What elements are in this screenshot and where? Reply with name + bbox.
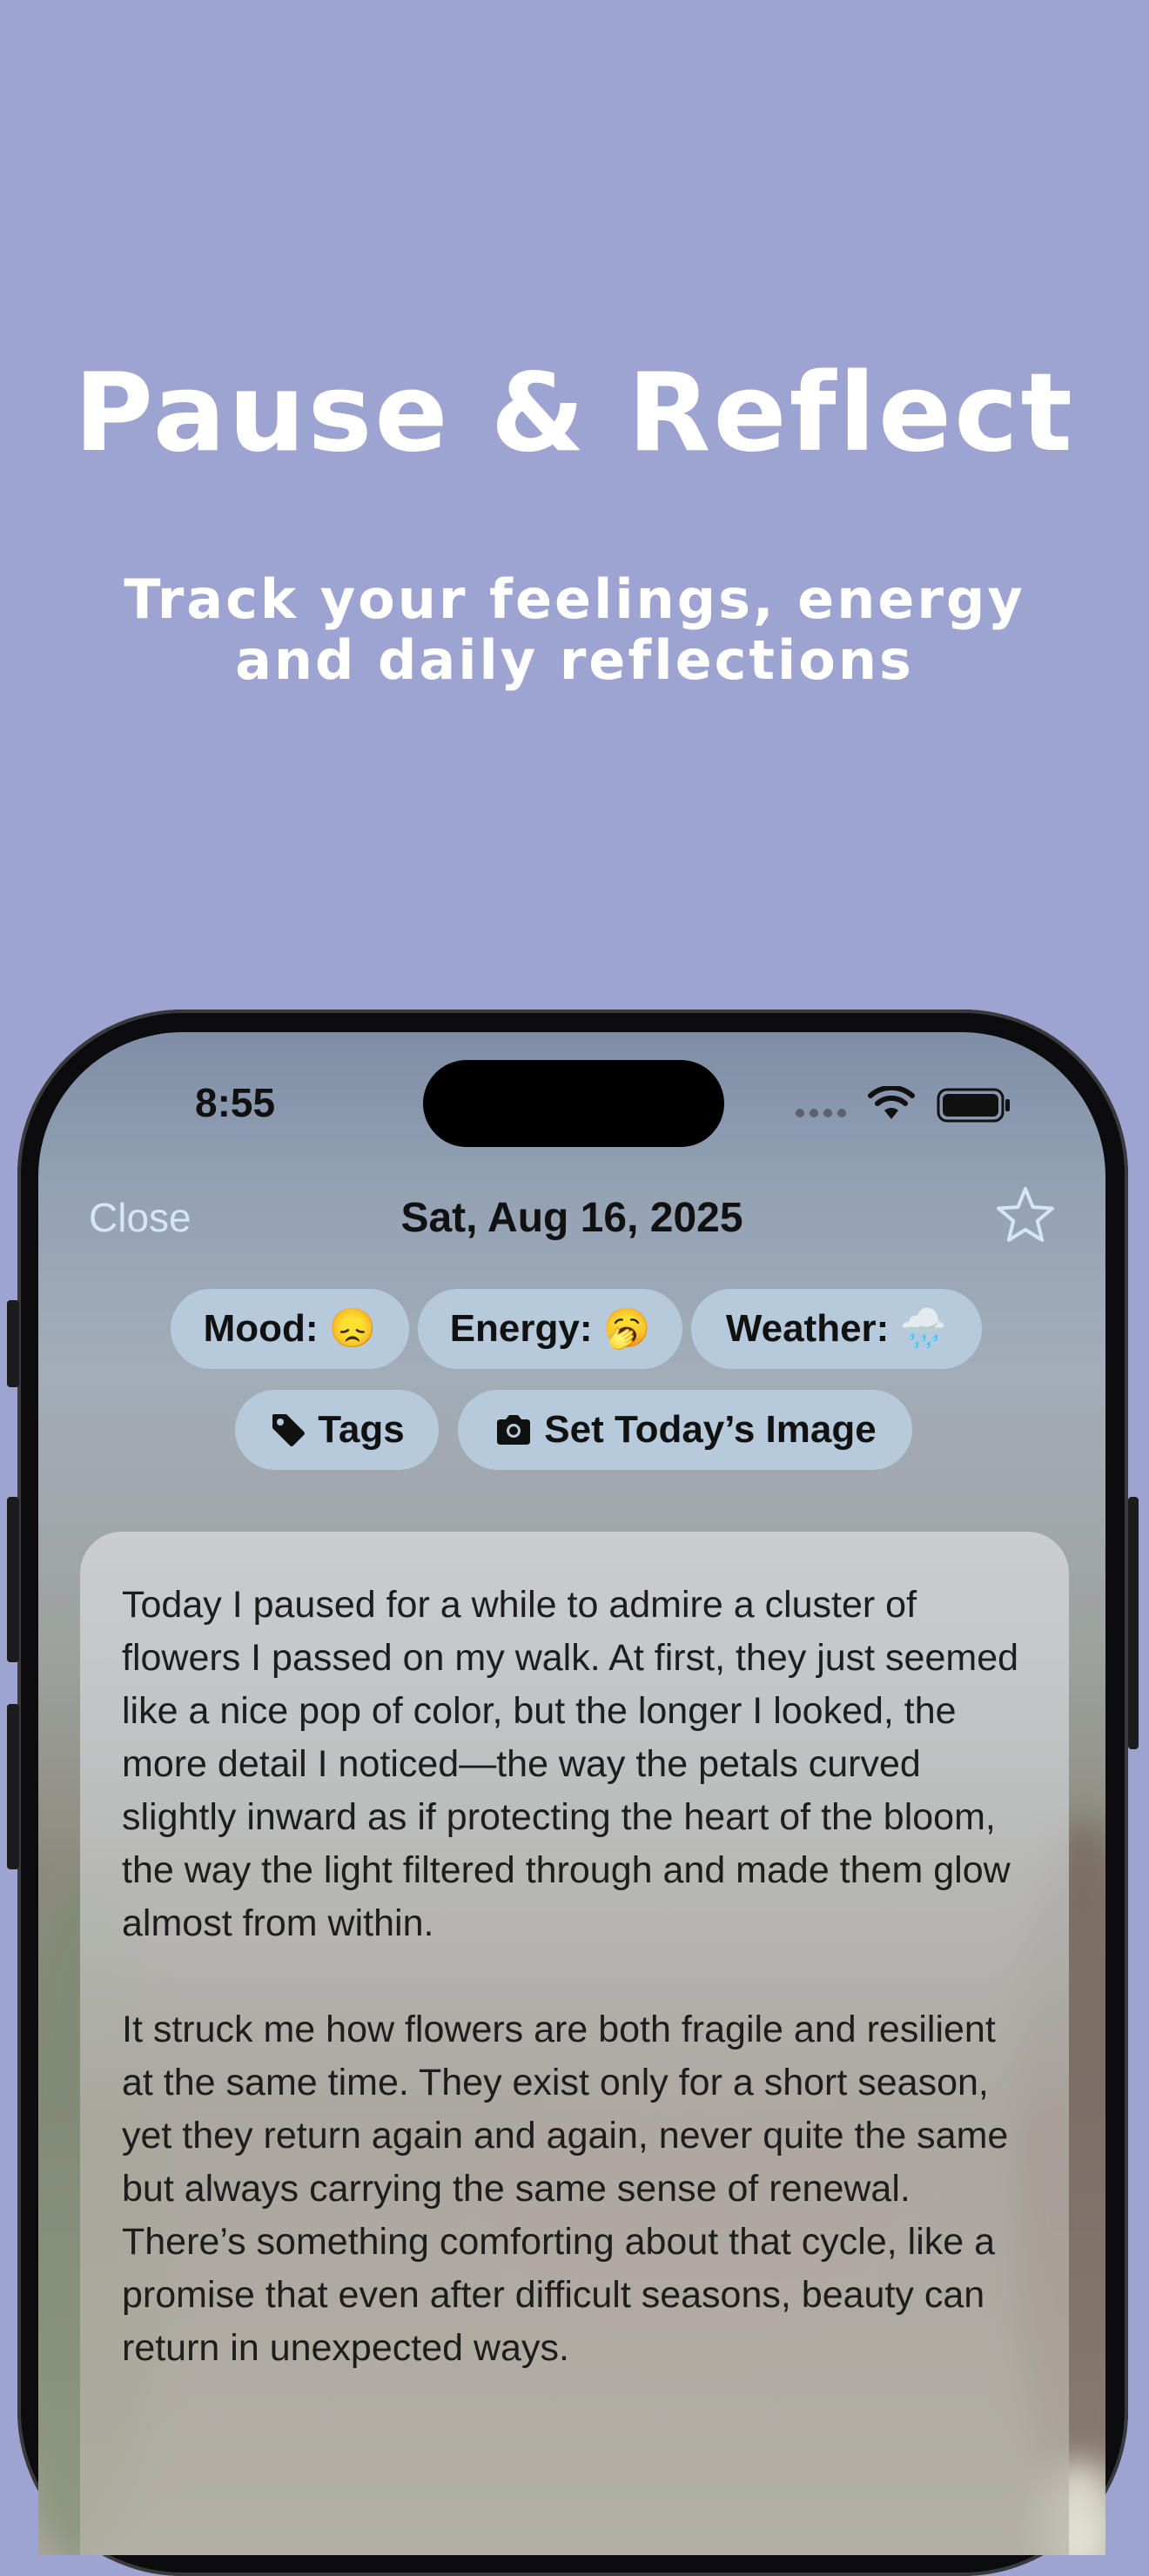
phone-side-button [7,1300,19,1387]
hero-title: Pause & Reflect [74,351,1075,476]
signal-dots-icon [796,1109,846,1117]
wifi-icon [868,1086,915,1119]
phone-side-button [7,1704,19,1869]
tags-button[interactable]: Tags [235,1390,439,1470]
journal-entry-text[interactable]: Today I paused for a while to admire a c… [80,1532,1069,2555]
dynamic-island [423,1060,724,1147]
mood-label: Mood: [203,1307,319,1350]
favorite-star-button[interactable] [994,1184,1057,1250]
weather-label: Weather: [725,1307,890,1350]
set-image-button[interactable]: Set Today’s Image [458,1390,912,1470]
tags-label: Tags [318,1408,405,1451]
entry-paragraph: Today I paused for a while to admire a c… [122,1584,1019,1944]
energy-chip[interactable]: Energy: 🥱 [418,1289,682,1369]
phone-side-button [1128,1497,1139,1749]
entry-paragraph: It struck me how flowers are both fragil… [122,2009,1009,2369]
camera-icon [497,1415,531,1445]
star-outline-icon [997,1187,1054,1242]
energy-emoji: 🥱 [602,1307,651,1350]
weather-chip[interactable]: Weather: 🌧️ [691,1289,982,1369]
weather-emoji: 🌧️ [899,1307,948,1350]
hero-subtitle: Track your feelings, energy and daily re… [124,567,1025,692]
tag-icon [272,1414,306,1446]
battery-icon [937,1088,1010,1123]
phone-side-button [7,1497,19,1662]
entry-date-title: Sat, Aug 16, 2025 [400,1195,743,1241]
energy-label: Energy: [449,1307,593,1350]
mood-emoji: 😞 [328,1307,377,1350]
set-image-label: Set Today’s Image [544,1408,877,1451]
phone-screen: 8:55 Close Sat, Aug 16, 2025 Mood: 😞 Ene… [38,1032,1105,2555]
mood-chip[interactable]: Mood: 😞 [171,1289,409,1369]
status-time: 8:55 [195,1080,276,1125]
